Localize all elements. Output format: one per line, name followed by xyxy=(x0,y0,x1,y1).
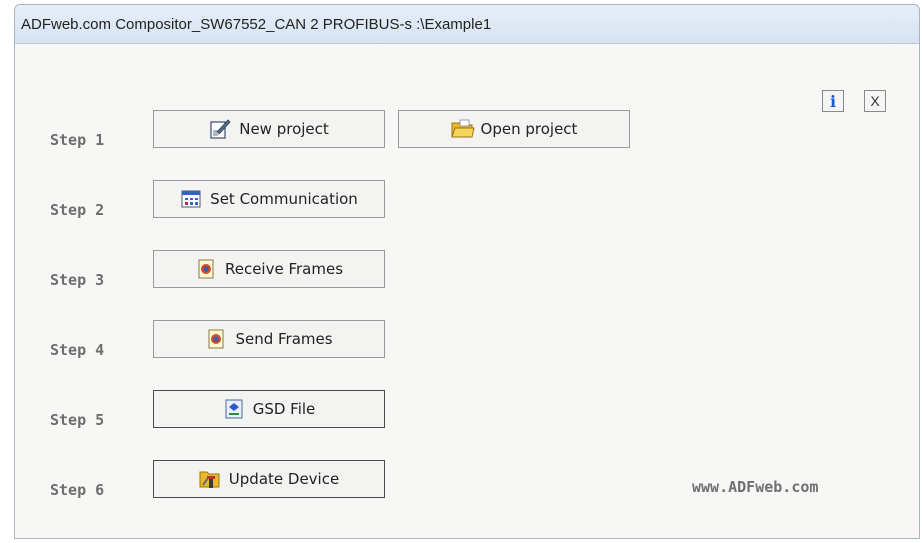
close-button[interactable]: X xyxy=(864,90,886,112)
receive-frames-label: Receive Frames xyxy=(224,260,344,278)
title-bar[interactable]: ADFweb.com Compositor_SW67552_CAN 2 PROF… xyxy=(15,5,919,44)
send-frames-label: Send Frames xyxy=(235,330,333,348)
info-icon: i xyxy=(829,91,837,111)
step-label: Step 1 xyxy=(50,131,105,149)
update-device-button[interactable]: Update Device xyxy=(153,460,385,498)
frames-icon xyxy=(205,328,227,350)
gsd-file-icon xyxy=(223,398,245,420)
step-label: Step 2 xyxy=(50,201,105,219)
new-project-label: New project xyxy=(239,120,329,138)
frames-icon xyxy=(195,258,217,280)
window-title: ADFweb.com Compositor_SW67552_CAN 2 PROF… xyxy=(21,16,492,33)
new-project-icon xyxy=(209,118,231,140)
website-link[interactable]: www.ADFweb.com xyxy=(692,478,818,496)
update-device-icon xyxy=(199,468,221,490)
close-icon: X xyxy=(870,93,880,109)
update-device-label: Update Device xyxy=(228,470,340,488)
communication-icon xyxy=(180,188,202,210)
app-window: ADFweb.com Compositor_SW67552_CAN 2 PROF… xyxy=(14,4,920,539)
open-project-button[interactable]: Open project xyxy=(398,110,630,148)
step-label: Step 4 xyxy=(50,341,105,359)
step-label: Step 5 xyxy=(50,411,105,429)
receive-frames-button[interactable]: Receive Frames xyxy=(153,250,385,288)
send-frames-button[interactable]: Send Frames xyxy=(153,320,385,358)
new-project-button[interactable]: New project xyxy=(153,110,385,148)
info-button[interactable]: i xyxy=(822,90,844,112)
set-communication-button[interactable]: Set Communication xyxy=(153,180,385,218)
gsd-file-label: GSD File xyxy=(252,400,316,418)
step-label: Step 6 xyxy=(50,481,105,499)
open-project-label: Open project xyxy=(480,120,578,138)
set-communication-label: Set Communication xyxy=(210,190,358,208)
folder-icon xyxy=(450,118,475,140)
step-label: Step 3 xyxy=(50,271,105,289)
gsd-file-button[interactable]: GSD File xyxy=(153,390,385,428)
